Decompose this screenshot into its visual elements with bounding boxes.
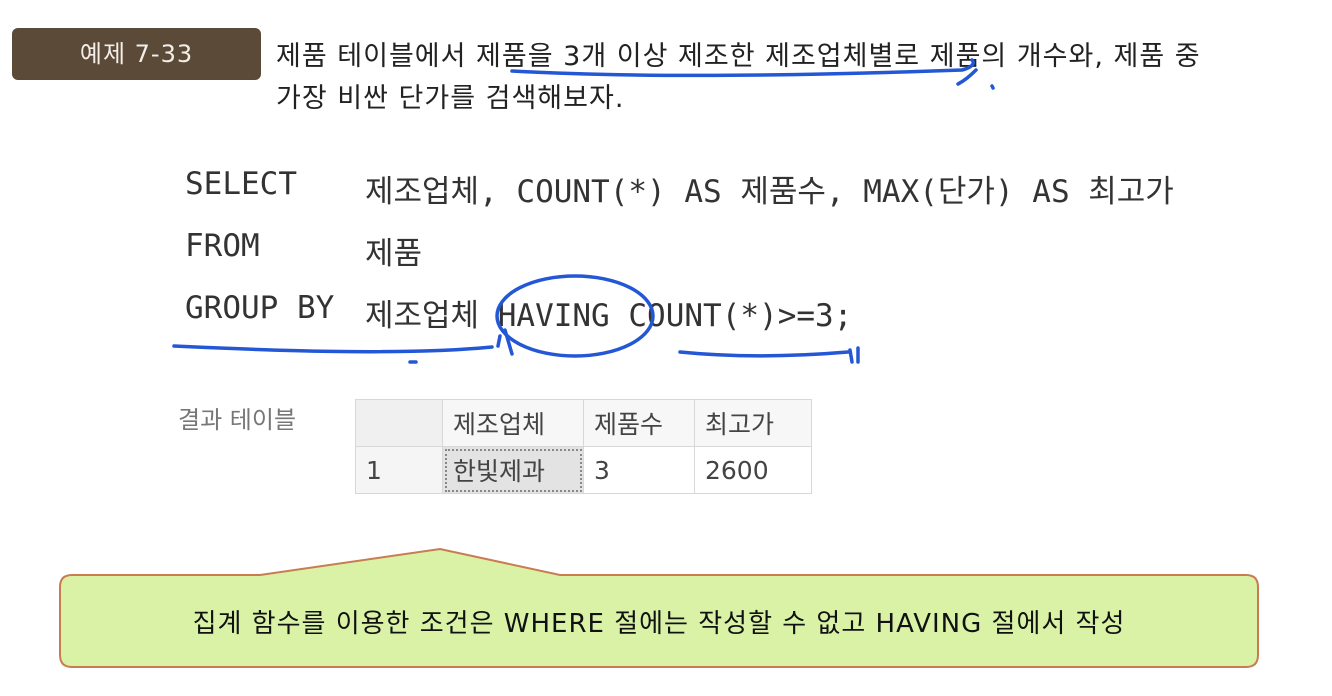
having-tail <box>503 328 514 356</box>
pen-dot-top <box>990 84 995 90</box>
underline-stroke-top <box>510 58 978 86</box>
having-circle <box>495 274 655 358</box>
underline-stroke-count <box>678 346 860 364</box>
underline-stroke-group <box>172 334 502 354</box>
handwritten-annotations <box>172 58 995 364</box>
